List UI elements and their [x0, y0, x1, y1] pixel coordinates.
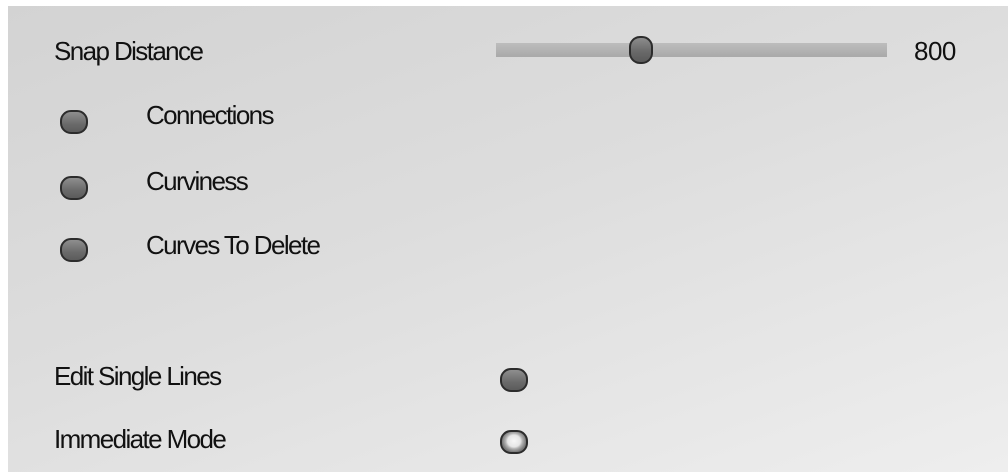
immediate-mode-label: Immediate Mode: [54, 424, 227, 454]
snap-distance-value: 800: [914, 36, 956, 66]
curviness-label: Curviness: [146, 166, 249, 196]
snap-distance-slider-thumb[interactable]: [628, 36, 653, 64]
settings-panel: Snap Distance 800 Connections Curviness …: [8, 6, 1008, 472]
snap-distance-label: Snap Distance: [54, 36, 204, 66]
curves-to-delete-label: Curves To Delete: [146, 230, 321, 260]
snap-distance-slider[interactable]: [496, 36, 887, 64]
edit-single-lines-label: Edit Single Lines: [54, 361, 222, 391]
edit-single-lines-toggle[interactable]: [500, 368, 528, 392]
connections-toggle[interactable]: [60, 110, 88, 134]
immediate-mode-toggle[interactable]: [500, 430, 528, 454]
curves-to-delete-toggle[interactable]: [60, 238, 88, 262]
curviness-toggle[interactable]: [60, 176, 88, 200]
connections-label: Connections: [146, 100, 275, 130]
